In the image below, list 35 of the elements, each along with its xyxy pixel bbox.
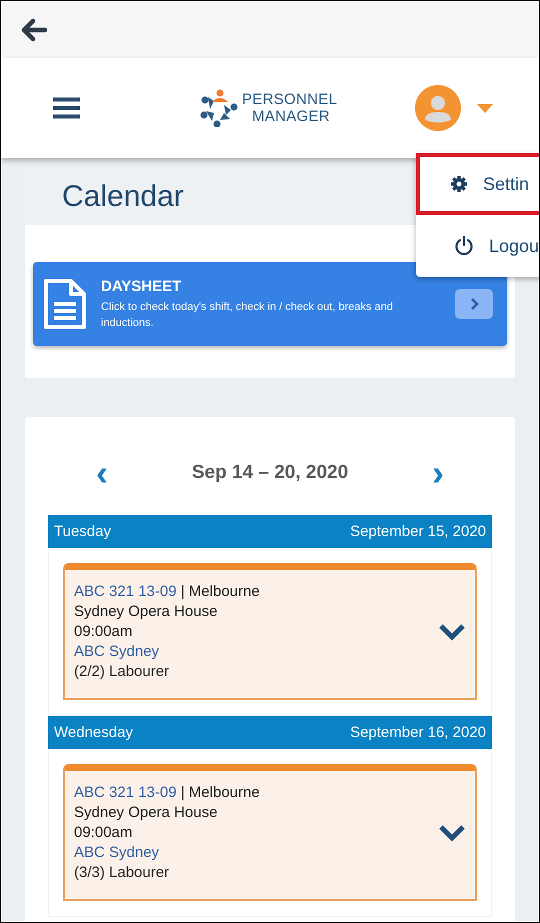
menu-icon[interactable]	[53, 97, 80, 119]
shift-role: (3/3) Labourer	[74, 863, 170, 883]
shift-role: (2/2) Labourer	[74, 662, 170, 682]
day-date: September 15, 2020	[350, 523, 486, 540]
logo-icon	[200, 89, 238, 127]
menu-item[interactable]: Settin	[416, 153, 539, 215]
client-name: ABC Sydney	[74, 843, 160, 863]
venue: Sydney Opera House	[74, 602, 218, 622]
daysheet-title: DAYSHEET	[101, 278, 182, 294]
shift-time: 09:00am	[74, 823, 132, 843]
shift-card[interactable]: ABC 321 13-09 | Melbourne Sydney Opera House 09:00am ABC Sydney (3/3) Labourer	[63, 764, 477, 901]
open-button[interactable]	[455, 289, 493, 319]
next-week-link[interactable]: ›	[432, 458, 444, 488]
weekday: Tuesday	[54, 523, 111, 540]
back-arrow-icon[interactable]	[21, 18, 47, 42]
client-name: ABC Sydney	[74, 642, 160, 662]
chevron-down-icon[interactable]	[438, 824, 466, 842]
brand-name-line: MANAGER	[252, 108, 331, 125]
previous-week-link[interactable]: ‹	[96, 458, 108, 488]
shift-reference: ABC 321 13-09 | Melbourne	[74, 783, 260, 803]
chevron-right-icon	[470, 297, 478, 311]
document-icon	[43, 278, 87, 330]
settings-icon	[450, 175, 468, 193]
daysheet-banner[interactable]: DAYSHEET Click to check today's shift, check in / check out, breaks and inductions.	[33, 262, 507, 346]
chevron-down-icon[interactable]	[438, 623, 466, 641]
week-range: Sep 14 – 20, 2020	[192, 462, 348, 484]
shift-time: 09:00am	[74, 622, 132, 642]
shift-reference: ABC 321 13-09 | Melbourne	[74, 582, 260, 602]
weekday: Wednesday	[54, 724, 133, 741]
brand-name-line: PERSONNEL	[242, 91, 338, 108]
daysheet-description: Click to check today's shift, check in / check out, breaks and inductions.	[101, 300, 394, 330]
shift-card[interactable]: ABC 321 13-09 | Melbourne Sydney Opera House 09:00am ABC Sydney (2/2) Labourer	[63, 563, 477, 700]
power-icon	[454, 236, 474, 256]
venue: Sydney Opera House	[74, 803, 218, 823]
day-date: September 16, 2020	[350, 724, 486, 741]
